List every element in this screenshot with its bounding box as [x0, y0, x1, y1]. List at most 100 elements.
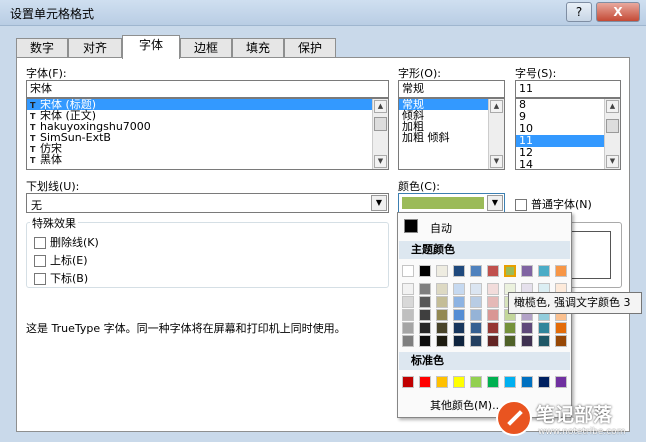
- theme-color-shade-swatch[interactable]: [521, 322, 533, 334]
- font-list-item[interactable]: T 仿宋: [27, 143, 388, 154]
- font-list-item[interactable]: T SimSun-ExtB: [27, 132, 388, 143]
- theme-color-shade-swatch[interactable]: [555, 335, 567, 347]
- standard-color-swatch[interactable]: [504, 376, 516, 388]
- theme-color-shade-swatch[interactable]: [470, 322, 482, 334]
- theme-color-shade-swatch[interactable]: [470, 283, 482, 295]
- theme-color-shade-swatch[interactable]: [470, 335, 482, 347]
- theme-color-shade-swatch[interactable]: [436, 309, 448, 321]
- checkbox-icon[interactable]: [34, 237, 46, 249]
- underline-select[interactable]: 无 ▼: [26, 193, 389, 213]
- theme-color-swatch[interactable]: [555, 265, 567, 277]
- strikethrough-option[interactable]: 删除线(K): [34, 234, 99, 250]
- font-input[interactable]: 宋体: [26, 80, 389, 98]
- checkbox-icon[interactable]: [34, 273, 46, 285]
- standard-color-swatch[interactable]: [487, 376, 499, 388]
- standard-color-swatch[interactable]: [402, 376, 414, 388]
- style-list[interactable]: 常规 倾斜 加粗 加粗 倾斜 ▲ ▼: [398, 98, 505, 170]
- scroll-up-icon[interactable]: ▲: [490, 100, 503, 113]
- tab-fill[interactable]: 填充: [232, 38, 284, 58]
- theme-color-shade-swatch[interactable]: [453, 296, 465, 308]
- theme-color-shade-swatch[interactable]: [538, 335, 550, 347]
- theme-color-swatch[interactable]: [487, 265, 499, 277]
- theme-color-shade-swatch[interactable]: [538, 322, 550, 334]
- checkbox-icon[interactable]: [34, 255, 46, 267]
- theme-color-shade-swatch[interactable]: [419, 335, 431, 347]
- theme-color-shade-swatch[interactable]: [419, 309, 431, 321]
- theme-color-shade-swatch[interactable]: [487, 296, 499, 308]
- theme-color-shade-swatch[interactable]: [504, 335, 516, 347]
- superscript-option[interactable]: 上标(E): [34, 252, 88, 268]
- scroll-thumb[interactable]: [374, 117, 387, 131]
- standard-color-swatch[interactable]: [521, 376, 533, 388]
- theme-color-shade-swatch[interactable]: [487, 309, 499, 321]
- subscript-option[interactable]: 下标(B): [34, 270, 88, 286]
- scroll-down-icon[interactable]: ▼: [374, 155, 387, 168]
- theme-color-shade-swatch[interactable]: [453, 322, 465, 334]
- theme-color-shade-swatch[interactable]: [453, 309, 465, 321]
- theme-color-shade-swatch[interactable]: [453, 335, 465, 347]
- dropdown-arrow-icon[interactable]: ▼: [487, 195, 503, 211]
- standard-color-swatch[interactable]: [555, 376, 567, 388]
- theme-color-shade-swatch[interactable]: [470, 296, 482, 308]
- font-list-item[interactable]: T 黑体: [27, 154, 388, 165]
- close-button[interactable]: X: [596, 2, 640, 22]
- theme-color-swatch[interactable]: [538, 265, 550, 277]
- theme-color-shade-swatch[interactable]: [419, 283, 431, 295]
- theme-color-shade-swatch[interactable]: [487, 335, 499, 347]
- theme-color-shade-swatch[interactable]: [402, 283, 414, 295]
- auto-color-swatch[interactable]: [404, 219, 418, 233]
- theme-color-shade-swatch[interactable]: [436, 296, 448, 308]
- theme-color-shade-swatch[interactable]: [487, 322, 499, 334]
- theme-color-shade-swatch[interactable]: [419, 296, 431, 308]
- theme-color-shade-swatch[interactable]: [521, 335, 533, 347]
- theme-color-shade-swatch[interactable]: [436, 283, 448, 295]
- tab-border[interactable]: 边框: [180, 38, 232, 58]
- standard-color-swatch[interactable]: [470, 376, 482, 388]
- theme-color-shade-swatch[interactable]: [487, 283, 499, 295]
- theme-color-swatch[interactable]: [419, 265, 431, 277]
- scroll-down-icon[interactable]: ▼: [606, 155, 619, 168]
- theme-color-shade-swatch[interactable]: [470, 309, 482, 321]
- theme-color-swatch[interactable]: [470, 265, 482, 277]
- tab-number[interactable]: 数字: [16, 38, 68, 58]
- theme-color-shade-swatch[interactable]: [402, 322, 414, 334]
- theme-color-shade-swatch[interactable]: [402, 296, 414, 308]
- theme-color-swatch[interactable]: [453, 265, 465, 277]
- tab-alignment[interactable]: 对齐: [68, 38, 122, 58]
- theme-color-swatch[interactable]: [436, 265, 448, 277]
- theme-color-swatch[interactable]: [402, 265, 414, 277]
- font-list-scrollbar[interactable]: ▲ ▼: [372, 99, 388, 169]
- theme-color-shade-swatch[interactable]: [436, 322, 448, 334]
- standard-color-swatch[interactable]: [453, 376, 465, 388]
- tab-font[interactable]: 字体: [122, 35, 180, 59]
- standard-color-swatch[interactable]: [436, 376, 448, 388]
- theme-color-swatch[interactable]: [504, 265, 516, 277]
- scroll-thumb[interactable]: [606, 119, 619, 133]
- scroll-down-icon[interactable]: ▼: [490, 155, 503, 168]
- tab-protection[interactable]: 保护: [284, 38, 336, 58]
- style-input[interactable]: 常规: [398, 80, 505, 98]
- theme-color-shade-swatch[interactable]: [453, 283, 465, 295]
- theme-color-shade-swatch[interactable]: [504, 322, 516, 334]
- scroll-up-icon[interactable]: ▲: [606, 100, 619, 113]
- standard-color-swatch[interactable]: [538, 376, 550, 388]
- scroll-up-icon[interactable]: ▲: [374, 100, 387, 113]
- color-select[interactable]: ▼: [398, 193, 505, 213]
- auto-color-option[interactable]: 自动: [430, 220, 452, 236]
- standard-color-swatch[interactable]: [419, 376, 431, 388]
- theme-color-shade-swatch[interactable]: [419, 322, 431, 334]
- theme-color-shade-swatch[interactable]: [555, 322, 567, 334]
- theme-color-shade-swatch[interactable]: [436, 335, 448, 347]
- font-list[interactable]: T 宋体 (标题) T 宋体 (正文) Thakuyoxingshu7000 T Si…: [26, 98, 389, 170]
- size-input[interactable]: 11: [515, 80, 621, 98]
- theme-color-shade-swatch[interactable]: [402, 309, 414, 321]
- checkbox-icon[interactable]: [515, 199, 527, 211]
- size-list[interactable]: 8 9 10 11 12 14 ▲ ▼: [515, 98, 621, 170]
- more-colors-option[interactable]: 其他颜色(M)...: [430, 397, 503, 413]
- normal-font-option[interactable]: 普通字体(N): [515, 196, 592, 212]
- theme-color-swatch[interactable]: [521, 265, 533, 277]
- size-list-scrollbar[interactable]: ▲ ▼: [604, 99, 620, 169]
- help-button[interactable]: ?: [566, 2, 592, 22]
- theme-color-shade-swatch[interactable]: [402, 335, 414, 347]
- dropdown-arrow-icon[interactable]: ▼: [371, 195, 387, 211]
